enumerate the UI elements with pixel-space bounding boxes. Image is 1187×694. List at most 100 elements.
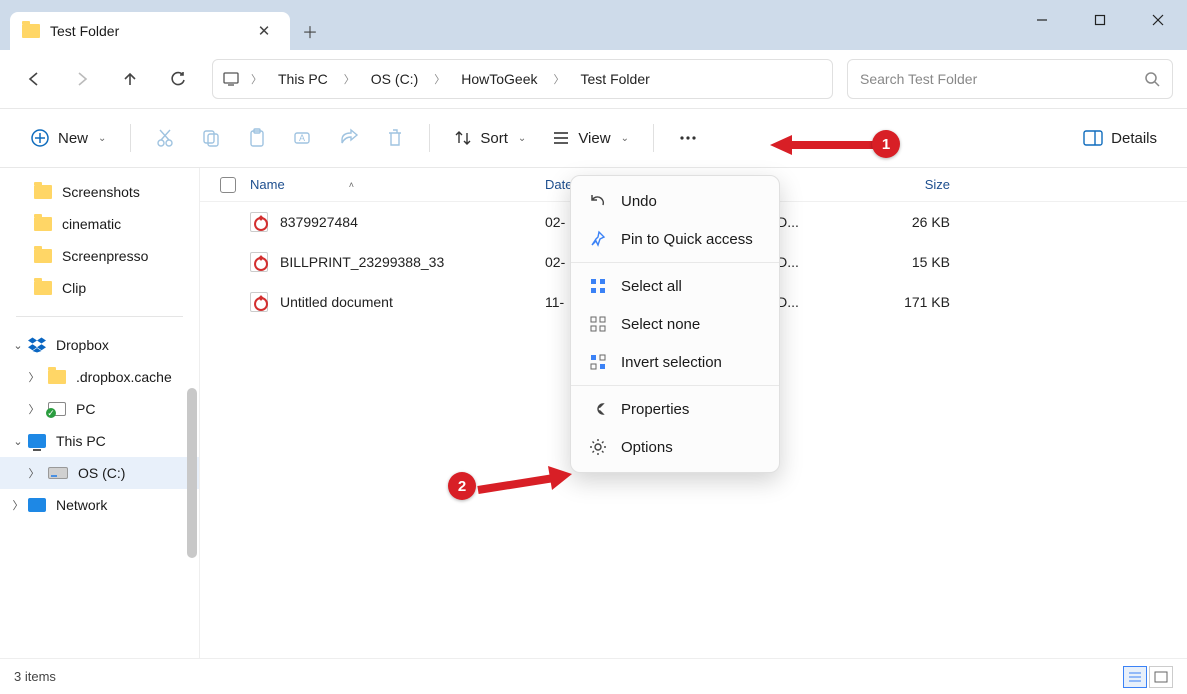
menu-properties[interactable]: Properties xyxy=(571,390,779,428)
share-button[interactable] xyxy=(329,119,369,157)
annotation-arrow-1 xyxy=(770,133,880,157)
close-window-button[interactable] xyxy=(1129,0,1187,40)
scrollbar-thumb[interactable] xyxy=(187,388,197,558)
expand-icon[interactable]: 〉 xyxy=(26,465,42,481)
sort-label: Sort xyxy=(480,130,508,147)
pdf-icon xyxy=(250,212,268,232)
view-button[interactable]: View ⌄ xyxy=(542,119,639,157)
pc-synced-icon xyxy=(48,402,66,416)
pdf-icon xyxy=(250,292,268,312)
sidebar-item-screenshots[interactable]: Screenshots xyxy=(0,176,199,208)
select-all-checkbox[interactable] xyxy=(220,177,250,193)
menu-pin-quick-access[interactable]: Pin to Quick access xyxy=(571,220,779,258)
sidebar-item-screenpresso[interactable]: Screenpresso xyxy=(0,240,199,272)
file-size: 15 KB xyxy=(870,254,970,270)
breadcrumb-item[interactable]: OS (C:) xyxy=(365,67,424,91)
title-bar: Test Folder ✕ ＋ xyxy=(0,0,1187,50)
forward-button[interactable] xyxy=(62,59,102,99)
sidebar-item-this-pc[interactable]: ⌄This PC xyxy=(0,425,199,457)
details-label: Details xyxy=(1111,130,1157,147)
paste-button[interactable] xyxy=(237,119,277,157)
monitor-icon xyxy=(223,72,241,86)
cut-button[interactable] xyxy=(145,119,185,157)
folder-icon xyxy=(48,370,66,384)
pin-icon xyxy=(589,230,607,248)
menu-options[interactable]: Options xyxy=(571,428,779,466)
sidebar-item-dropbox-cache[interactable]: 〉.dropbox.cache xyxy=(0,361,199,393)
sort-indicator-icon: ˄ xyxy=(349,180,354,190)
dropbox-icon xyxy=(28,337,46,353)
details-view-button[interactable] xyxy=(1123,666,1147,688)
breadcrumb-item[interactable]: This PC xyxy=(272,67,334,91)
collapse-icon[interactable]: ⌄ xyxy=(10,339,26,352)
column-size[interactable]: Size xyxy=(870,177,970,192)
sidebar-label: Screenpresso xyxy=(62,248,148,264)
pc-icon xyxy=(28,434,46,448)
details-pane-button[interactable]: Details xyxy=(1073,119,1167,157)
expand-icon[interactable]: 〉 xyxy=(26,369,42,385)
separator xyxy=(653,124,654,152)
tab-title: Test Folder xyxy=(50,23,240,39)
delete-button[interactable] xyxy=(375,119,415,157)
file-name: 8379927484 xyxy=(280,214,545,230)
new-button[interactable]: New ⌄ xyxy=(20,119,116,157)
details-pane-icon xyxy=(1083,130,1103,146)
rename-button[interactable]: A xyxy=(283,119,323,157)
file-size: 26 KB xyxy=(870,214,970,230)
file-name: BILLPRINT_23299388_33 xyxy=(280,254,545,270)
menu-select-none[interactable]: Select none xyxy=(571,305,779,343)
up-button[interactable] xyxy=(110,59,150,99)
copy-icon xyxy=(201,128,221,148)
search-input[interactable] xyxy=(860,71,1136,87)
menu-select-all[interactable]: Select all xyxy=(571,267,779,305)
context-menu: Undo Pin to Quick access Select all Sele… xyxy=(570,175,780,473)
menu-separator xyxy=(571,385,779,386)
sidebar-label: Network xyxy=(56,497,107,513)
minimize-button[interactable] xyxy=(1013,0,1071,40)
maximize-button[interactable] xyxy=(1071,0,1129,40)
select-none-icon xyxy=(589,315,607,333)
new-tab-button[interactable]: ＋ xyxy=(290,12,330,50)
search-box[interactable] xyxy=(847,59,1173,99)
paste-icon xyxy=(247,128,267,148)
expand-icon[interactable]: 〉 xyxy=(26,401,42,417)
refresh-button[interactable] xyxy=(158,59,198,99)
thumbnails-view-button[interactable] xyxy=(1149,666,1173,688)
separator xyxy=(429,124,430,152)
breadcrumb[interactable]: 〉 This PC 〉 OS (C:) 〉 HowToGeek 〉 Test F… xyxy=(212,59,833,99)
invert-selection-icon xyxy=(589,353,607,371)
ellipsis-icon xyxy=(678,128,698,148)
item-count: 3 items xyxy=(14,669,56,684)
new-label: New xyxy=(58,130,88,147)
folder-icon xyxy=(34,281,52,295)
sidebar-label: Clip xyxy=(62,280,86,296)
collapse-icon[interactable]: ⌄ xyxy=(10,435,26,448)
sidebar-item-cinematic[interactable]: cinematic xyxy=(0,208,199,240)
sidebar-item-network[interactable]: 〉 Network xyxy=(0,489,199,521)
sidebar-item-os-drive[interactable]: 〉OS (C:) xyxy=(0,457,199,489)
back-button[interactable] xyxy=(14,59,54,99)
column-name[interactable]: Name˄ xyxy=(250,177,545,192)
svg-text:A: A xyxy=(299,133,305,143)
sidebar-item-pc-synced[interactable]: 〉 PC xyxy=(0,393,199,425)
folder-icon xyxy=(34,185,52,199)
cut-icon xyxy=(155,128,175,148)
chevron-right-icon: 〉 xyxy=(430,71,449,87)
sidebar-item-dropbox[interactable]: ⌄Dropbox xyxy=(0,329,199,361)
chevron-right-icon: 〉 xyxy=(550,71,569,87)
more-button[interactable] xyxy=(668,119,708,157)
sidebar-label: PC xyxy=(76,401,95,417)
copy-button[interactable] xyxy=(191,119,231,157)
network-icon xyxy=(28,498,46,512)
menu-undo[interactable]: Undo xyxy=(571,182,779,220)
breadcrumb-item[interactable]: HowToGeek xyxy=(455,67,543,91)
breadcrumb-item[interactable]: Test Folder xyxy=(575,67,656,91)
window-tab[interactable]: Test Folder ✕ xyxy=(10,12,290,50)
sort-button[interactable]: Sort ⌄ xyxy=(444,119,536,157)
menu-invert-selection[interactable]: Invert selection xyxy=(571,343,779,381)
status-bar: 3 items xyxy=(0,658,1187,694)
folder-icon xyxy=(34,217,52,231)
tab-close-button[interactable]: ✕ xyxy=(250,17,278,45)
expand-icon[interactable]: 〉 xyxy=(10,497,26,513)
sidebar-item-clip[interactable]: Clip xyxy=(0,272,199,304)
